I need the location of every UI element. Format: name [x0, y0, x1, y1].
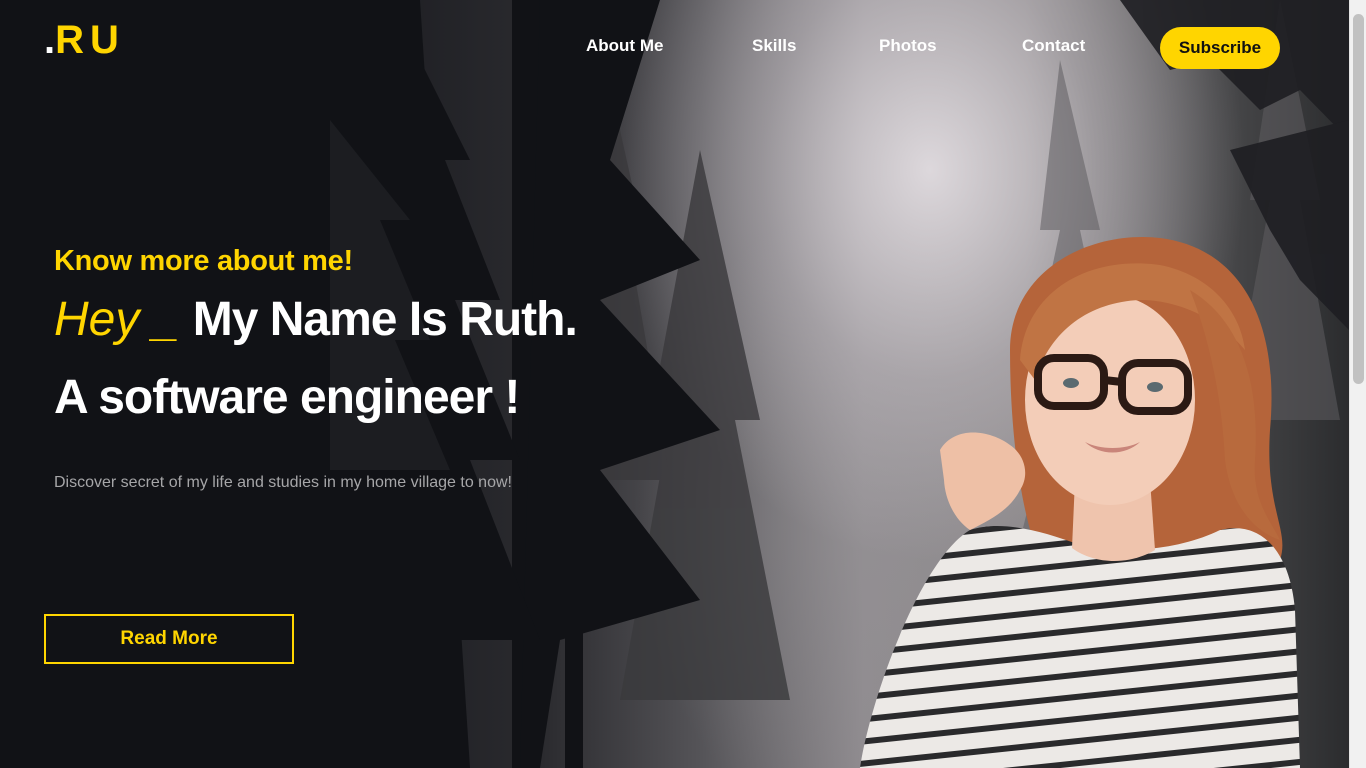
subscribe-button[interactable]: Subscribe: [1160, 27, 1280, 69]
hero-headline-role: A software engineer !: [54, 371, 520, 424]
hero-eyebrow: Know more about me!: [54, 245, 353, 277]
nav-link-contact[interactable]: Contact: [1022, 36, 1085, 56]
nav-link-about-me[interactable]: About Me: [586, 36, 663, 56]
nav-link-photos[interactable]: Photos: [879, 36, 937, 56]
portrait-photo: [860, 236, 1300, 768]
name-text: My Name Is Ruth.: [192, 293, 578, 346]
logo-dot: .: [44, 18, 56, 62]
hero-headline-name: Hey _ My Name Is Ruth.: [54, 292, 578, 347]
logo-text: RU: [55, 18, 125, 62]
page-scrollbar[interactable]: [1349, 0, 1366, 768]
hey-text: Hey _: [54, 293, 180, 346]
nav-link-skills[interactable]: Skills: [752, 36, 796, 56]
hero-lead-text: Discover secret of my life and studies i…: [54, 474, 512, 491]
read-more-button[interactable]: Read More: [44, 614, 294, 664]
scrollbar-thumb[interactable]: [1353, 14, 1364, 384]
site-logo[interactable]: .RU: [44, 18, 125, 63]
